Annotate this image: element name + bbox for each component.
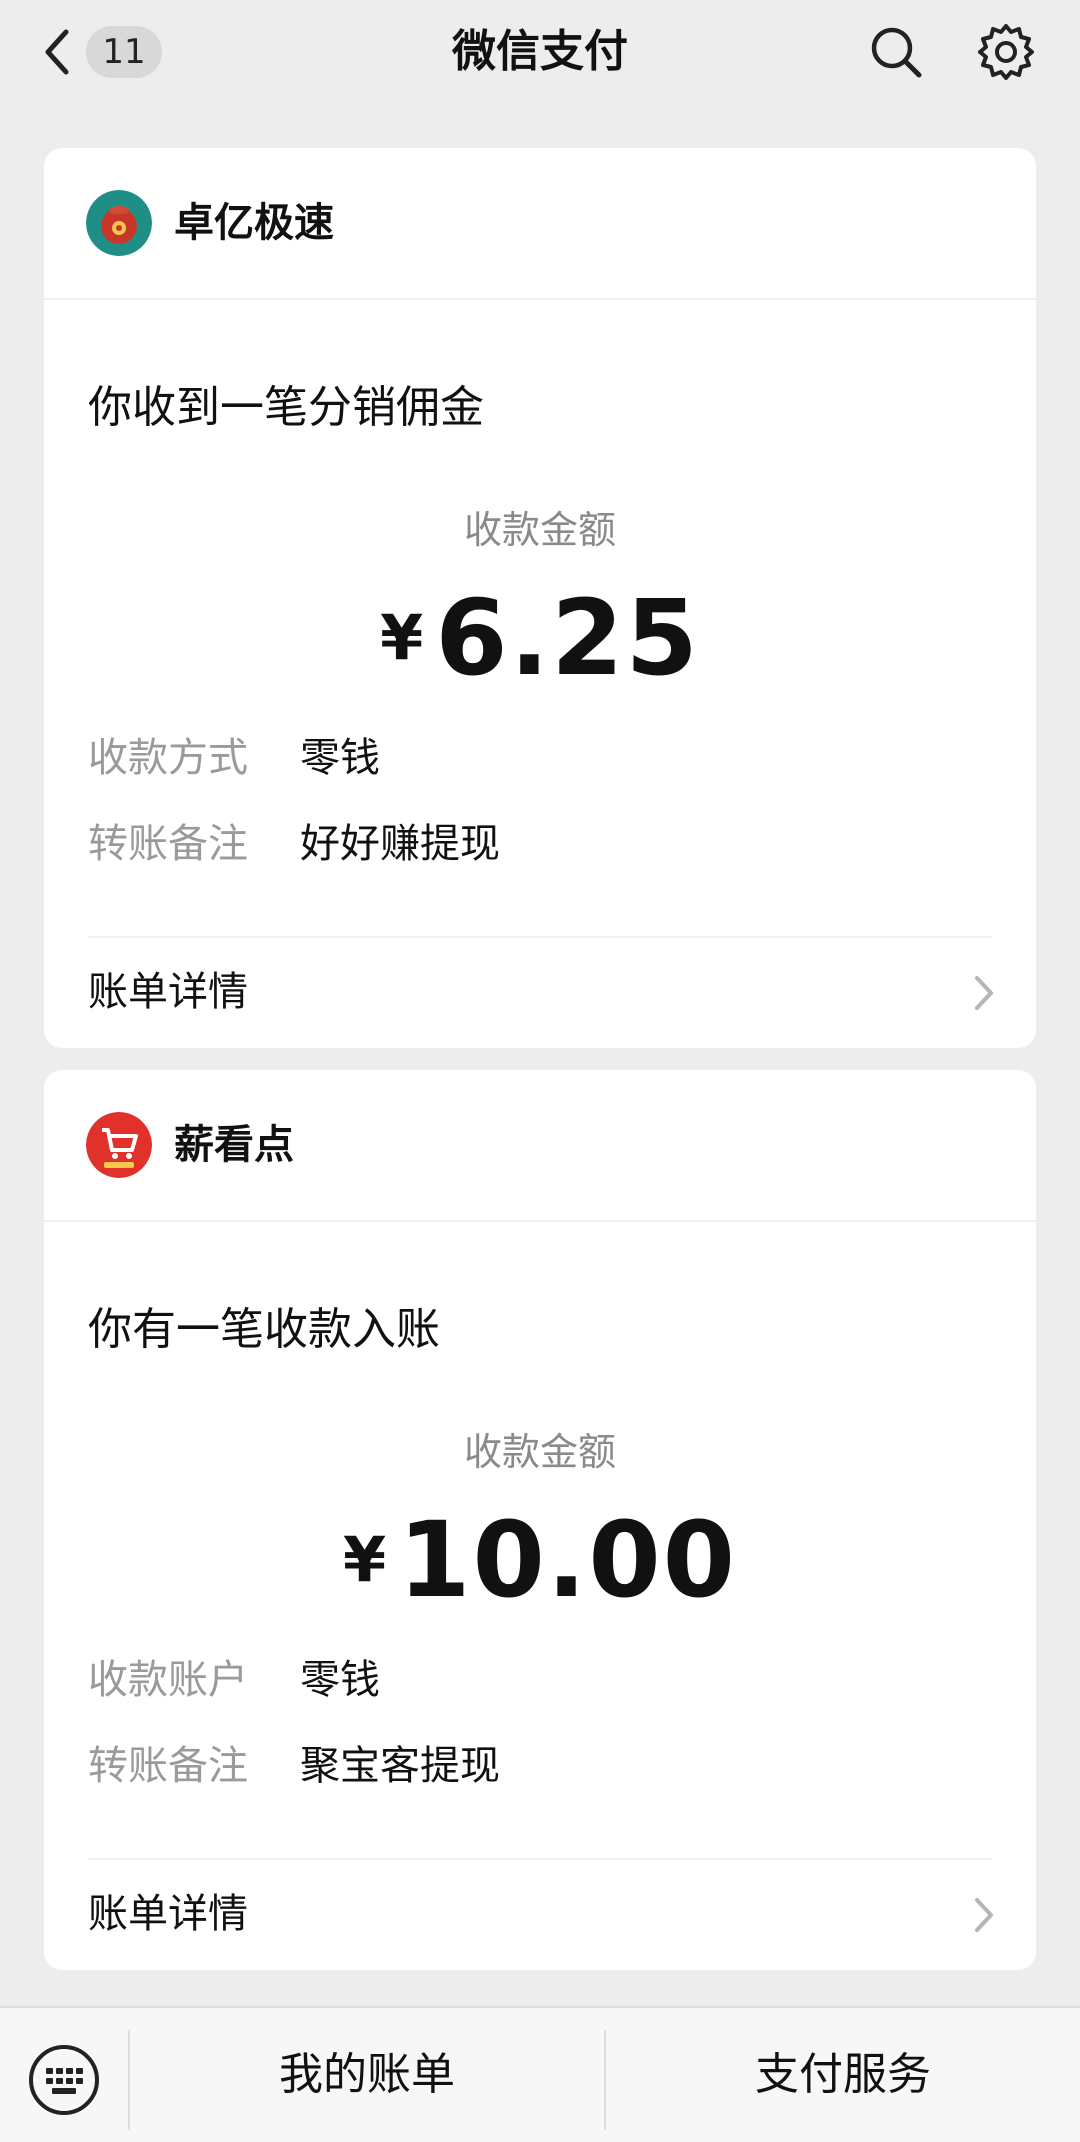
bill-details-label: 账单详情 — [88, 1891, 248, 1937]
app-logo-icon — [86, 1112, 152, 1178]
payment-notification-card: 卓亿极速 你收到一笔分销佣金 收款金额 ¥6.25 收款方式 零钱 转账备注 好… — [44, 148, 1036, 1048]
my-bills-button[interactable]: 我的账单 — [130, 2008, 604, 2142]
amount-value: 6.25 — [435, 577, 700, 699]
payment-method-label: 收款方式 — [88, 735, 248, 781]
notification-message: 你有一笔收款入账 — [88, 1304, 440, 1355]
keyboard-icon[interactable] — [28, 2044, 100, 2116]
amount-display: ¥10.00 — [44, 1500, 1036, 1620]
bill-details-label: 账单详情 — [88, 969, 248, 1015]
amount-label: 收款金额 — [463, 508, 616, 552]
payment-notification-card: 薪看点 你有一笔收款入账 收款金额 ¥10.00 收款账户 零钱 转账备注 聚宝… — [44, 1070, 1036, 1970]
currency-symbol: ¥ — [342, 1523, 387, 1596]
divider — [44, 298, 1036, 300]
payment-method-value: 零钱 — [300, 735, 380, 781]
payment-services-button[interactable]: 支付服务 — [606, 2008, 1080, 2142]
top-bar: 11 微信支付 — [0, 0, 1080, 110]
transfer-note-label: 转账备注 — [88, 821, 248, 867]
amount-label: 收款金额 — [463, 1430, 616, 1474]
divider — [44, 1220, 1036, 1222]
gear-icon[interactable] — [976, 22, 1036, 82]
currency-symbol: ¥ — [380, 601, 424, 674]
card-header[interactable]: 薪看点 — [44, 1070, 1036, 1220]
transfer-note-value: 聚宝客提现 — [300, 1743, 500, 1789]
card-header[interactable]: 卓亿极速 — [44, 148, 1036, 298]
app-logo-icon — [86, 190, 152, 256]
amount-display: ¥6.25 — [44, 578, 1036, 698]
search-icon[interactable] — [868, 24, 924, 80]
chevron-right-icon — [972, 1894, 996, 1936]
bill-details-link[interactable]: 账单详情 — [44, 1860, 1036, 1970]
amount-value: 10.00 — [398, 1499, 738, 1621]
notification-message: 你收到一笔分销佣金 — [88, 382, 484, 433]
bill-details-link[interactable]: 账单详情 — [44, 938, 1036, 1048]
receiving-account-label: 收款账户 — [88, 1657, 248, 1703]
transfer-note-label: 转账备注 — [88, 1743, 248, 1789]
receiving-account-value: 零钱 — [300, 1657, 380, 1703]
chevron-right-icon — [972, 972, 996, 1014]
transfer-note-value: 好好赚提现 — [300, 821, 500, 867]
bottom-menu-bar: 我的账单 支付服务 — [0, 2006, 1080, 2142]
app-name: 卓亿极速 — [174, 200, 334, 246]
app-name: 薪看点 — [174, 1122, 294, 1168]
